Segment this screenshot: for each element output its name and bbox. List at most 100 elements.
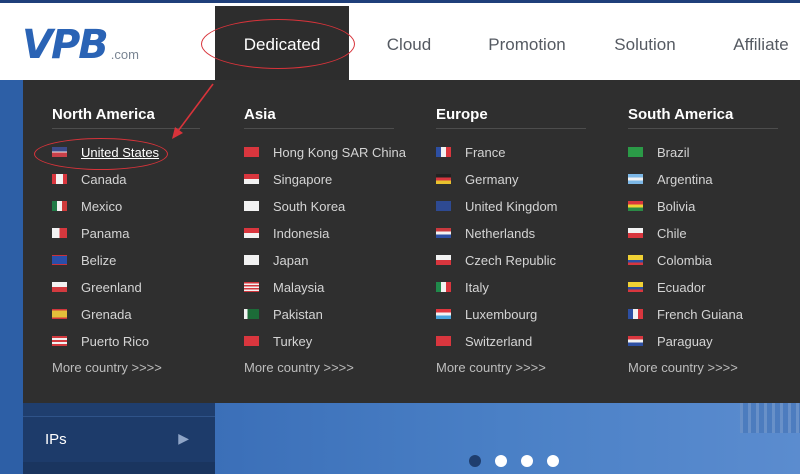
chevron-right-icon: ▶ (178, 430, 189, 446)
sidebar-item-ips[interactable]: IPs ▶ (23, 416, 215, 462)
country-label: Singapore (273, 171, 333, 187)
country-link[interactable]: Ecuador (628, 277, 705, 297)
country-link[interactable]: Switzerland (436, 331, 532, 351)
nav-solution[interactable]: Solution (603, 6, 687, 83)
country-label: Netherlands (465, 225, 536, 241)
carousel-dot-2[interactable] (495, 455, 507, 467)
country-link[interactable]: Czech Republic (436, 250, 556, 270)
carousel-dot-3[interactable] (521, 455, 533, 467)
country-label: Germany (465, 171, 519, 187)
lu-flag-icon (436, 309, 451, 319)
country-link[interactable]: Hong Kong SAR China (244, 142, 406, 162)
ca-flag-icon (52, 174, 67, 184)
gb-flag-icon (436, 201, 451, 211)
brand-logo[interactable]: VPB .com (22, 23, 139, 65)
logo-suffix: .com (110, 47, 139, 62)
more-country-link[interactable]: More country >>>> (628, 360, 738, 375)
country-link[interactable]: Chile (628, 223, 687, 243)
country-link[interactable]: Germany (436, 169, 518, 189)
country-link[interactable]: Panama (52, 223, 129, 243)
region-title: Europe (436, 106, 488, 123)
country-link[interactable]: Malaysia (244, 277, 324, 297)
sidebar-footer (23, 462, 215, 474)
country-label: Malaysia (273, 279, 325, 295)
sg-flag-icon (244, 174, 259, 184)
country-label: Pakistan (273, 306, 323, 322)
country-label: Switzerland (465, 333, 533, 349)
country-link[interactable]: Greenland (52, 277, 142, 297)
country-label: Panama (81, 225, 130, 241)
country-link[interactable]: Paraguay (628, 331, 713, 351)
country-link[interactable]: Canada (52, 169, 127, 189)
country-label: Colombia (657, 252, 712, 268)
bo-flag-icon (628, 201, 643, 211)
carousel-dot-1[interactable] (469, 455, 481, 467)
country-link[interactable]: Mexico (52, 196, 122, 216)
region-divider (52, 128, 200, 129)
country-label: Grenada (81, 306, 132, 322)
de-flag-icon (436, 174, 451, 184)
country-link[interactable]: Belize (52, 250, 116, 270)
country-link[interactable]: Puerto Rico (52, 331, 149, 351)
nav-dedicated-servers[interactable]: Dedicated Servers (215, 6, 349, 131)
country-label: Belize (81, 252, 117, 268)
hk-flag-icon (244, 147, 259, 157)
my-flag-icon (244, 282, 259, 292)
country-link[interactable]: Grenada (52, 304, 132, 324)
more-country-link[interactable]: More country >>>> (244, 360, 354, 375)
country-link[interactable]: Japan (244, 250, 308, 270)
region-title: North America (52, 106, 155, 123)
country-link[interactable]: Colombia (628, 250, 712, 270)
gl-flag-icon (52, 282, 67, 292)
country-label: Puerto Rico (81, 333, 149, 349)
country-link[interactable]: Netherlands (436, 223, 535, 243)
banner-graphic (740, 403, 800, 433)
country-label: Canada (81, 171, 127, 187)
country-label: Greenland (81, 279, 142, 295)
pr-flag-icon (52, 336, 67, 346)
country-label: Japan (273, 252, 309, 268)
country-link[interactable]: Turkey (244, 331, 312, 351)
country-link[interactable]: Singapore (244, 169, 332, 189)
country-label: Czech Republic (465, 252, 557, 268)
country-link[interactable]: United Kingdom (436, 196, 558, 216)
country-link[interactable]: Indonesia (244, 223, 329, 243)
nl-flag-icon (436, 228, 451, 238)
country-link[interactable]: United States (52, 142, 159, 162)
cl-flag-icon (628, 228, 643, 238)
country-link[interactable]: Argentina (628, 169, 713, 189)
country-label: Brazil (657, 144, 690, 160)
region-title: South America (628, 106, 734, 123)
country-link[interactable]: South Korea (244, 196, 345, 216)
nav-cloud[interactable]: Cloud (370, 6, 448, 83)
logo-mark: VPB (22, 22, 109, 68)
country-label: French Guiana (657, 306, 743, 322)
nav-promotion[interactable]: Promotion (476, 6, 578, 83)
sidebar-item-label: IPs (45, 431, 67, 448)
it-flag-icon (436, 282, 451, 292)
nav-affiliate[interactable]: Affiliate (722, 6, 800, 83)
hero-banner (215, 403, 800, 474)
region-title: Asia (244, 106, 276, 123)
country-link[interactable]: Luxembourg (436, 304, 537, 324)
country-link[interactable]: France (436, 142, 505, 162)
country-link[interactable]: Italy (436, 277, 489, 297)
country-label: Paraguay (657, 333, 713, 349)
more-country-link[interactable]: More country >>>> (52, 360, 162, 375)
country-link[interactable]: Brazil (628, 142, 690, 162)
more-country-link[interactable]: More country >>>> (436, 360, 546, 375)
country-link[interactable]: Bolivia (628, 196, 695, 216)
country-label: Italy (465, 279, 489, 295)
br-flag-icon (628, 147, 643, 157)
py-flag-icon (628, 336, 643, 346)
country-link[interactable]: French Guiana (628, 304, 743, 324)
region-divider (244, 128, 394, 129)
country-label: Indonesia (273, 225, 330, 241)
carousel-dot-4[interactable] (547, 455, 559, 467)
country-label: South Korea (273, 198, 346, 214)
country-label: Luxembourg (465, 306, 538, 322)
mx-flag-icon (52, 201, 67, 211)
country-link[interactable]: Pakistan (244, 304, 323, 324)
kr-flag-icon (244, 201, 259, 211)
country-label: Ecuador (657, 279, 706, 295)
